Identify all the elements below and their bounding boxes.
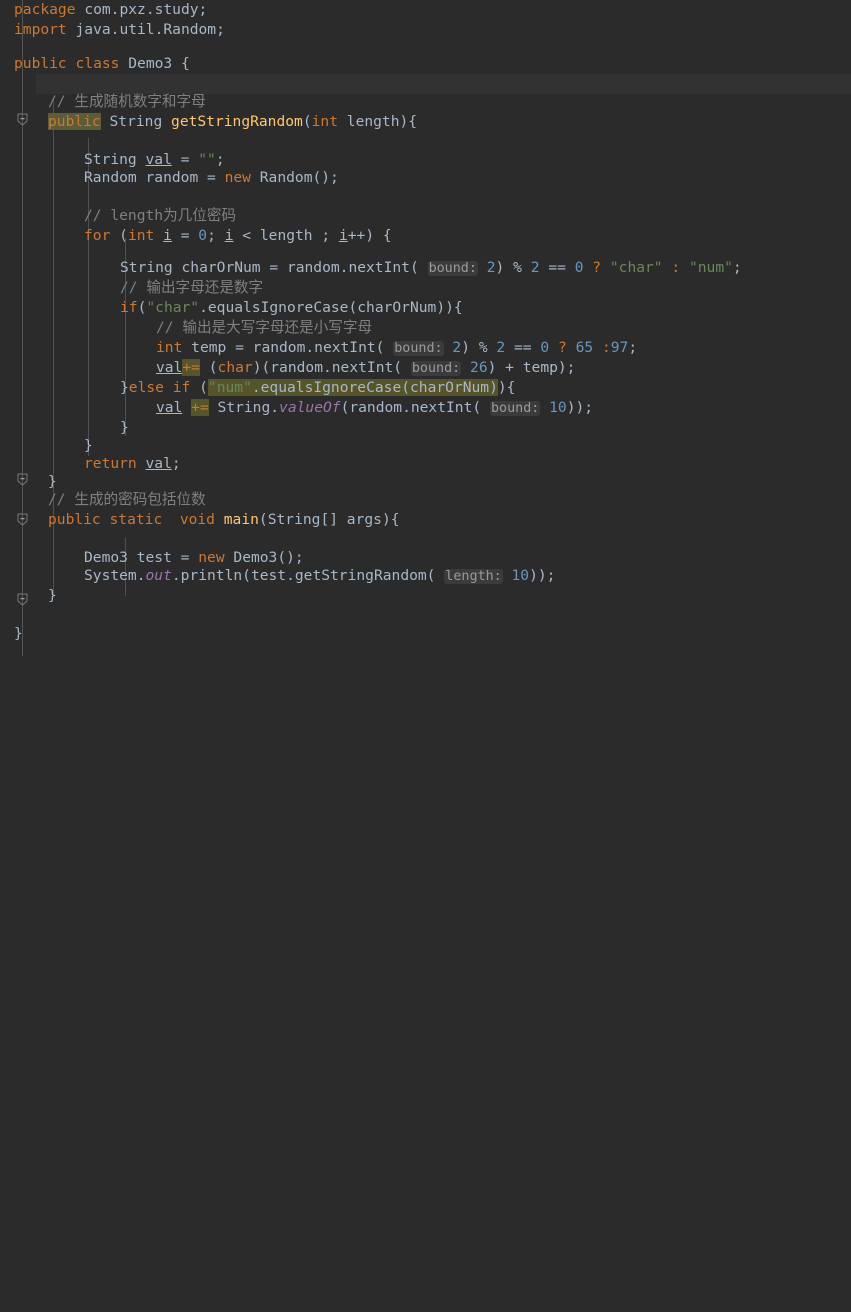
- code-line[interactable]: val += String.valueOf(random.nextInt( bo…: [156, 398, 593, 418]
- code-line[interactable]: }: [48, 586, 57, 606]
- code-line[interactable]: String val = "";: [84, 150, 225, 170]
- code-line[interactable]: public String getStringRandom(int length…: [48, 112, 417, 132]
- code-line[interactable]: for (int i = 0; i < length ; i++) {: [84, 226, 392, 246]
- code-line[interactable]: int temp = random.nextInt( bound: 2) % 2…: [156, 338, 637, 358]
- code-line[interactable]: // 生成的密码包括位数: [48, 490, 206, 510]
- code-line[interactable]: return val;: [84, 454, 181, 474]
- code-line[interactable]: Demo3 test = new Demo3();: [84, 548, 304, 568]
- code-line[interactable]: }: [14, 624, 23, 644]
- code-line[interactable]: String charOrNum = random.nextInt( bound…: [120, 258, 742, 278]
- code-editor[interactable]: package com.pxz.study; import java.util.…: [0, 0, 851, 656]
- code-line[interactable]: // 输出是大写字母还是小写字母: [156, 318, 372, 338]
- code-line[interactable]: // 输出字母还是数字: [120, 278, 263, 298]
- code-line[interactable]: Random random = new Random();: [84, 168, 339, 188]
- code-line[interactable]: public class Demo3 {: [14, 54, 190, 74]
- code-line[interactable]: // 生成随机数字和字母: [48, 92, 206, 112]
- code-line[interactable]: // length为几位密码: [84, 206, 236, 226]
- code-line[interactable]: System.out.println(test.getStringRandom(…: [84, 566, 555, 586]
- code-line[interactable]: }: [84, 436, 93, 456]
- code-line[interactable]: }: [48, 472, 57, 492]
- code-line[interactable]: public static void main(String[] args){: [48, 510, 400, 530]
- code-line[interactable]: import java.util.Random;: [14, 20, 225, 40]
- code-line[interactable]: package com.pxz.study;: [14, 0, 207, 20]
- code-line[interactable]: val+= (char)(random.nextInt( bound: 26) …: [156, 358, 575, 378]
- code-line[interactable]: if("char".equalsIgnoreCase(charOrNum)){: [120, 298, 463, 318]
- code-line[interactable]: }else if ("num".equalsIgnoreCase(charOrN…: [120, 378, 515, 398]
- code-line[interactable]: }: [120, 418, 129, 438]
- code-content[interactable]: package com.pxz.study; import java.util.…: [0, 0, 851, 656]
